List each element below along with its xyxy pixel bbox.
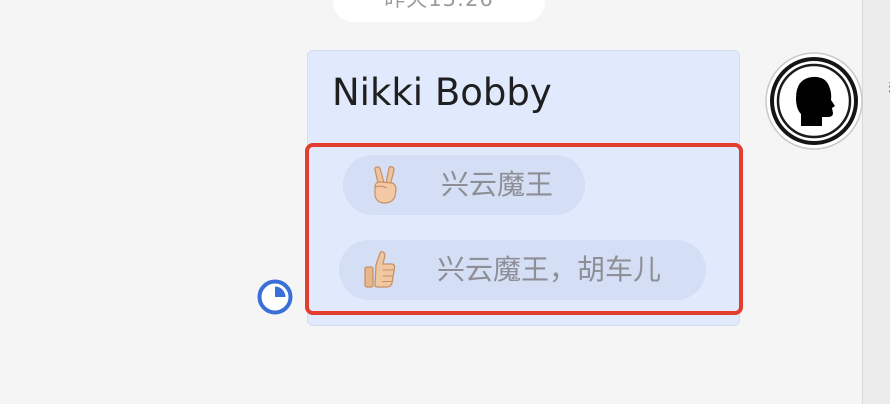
timestamp-text: 昨天15:26 — [384, 0, 494, 13]
avatar-icon[interactable] — [765, 52, 863, 150]
timestamp-badge: 昨天15:26 — [333, 0, 545, 22]
sending-clock-icon — [257, 279, 293, 315]
window-edge — [862, 0, 890, 404]
reactions-highlight-frame — [305, 143, 743, 315]
scroll-indicator-icon: ⋮ — [883, 82, 890, 95]
sender-name: Nikki Bobby — [332, 71, 552, 114]
